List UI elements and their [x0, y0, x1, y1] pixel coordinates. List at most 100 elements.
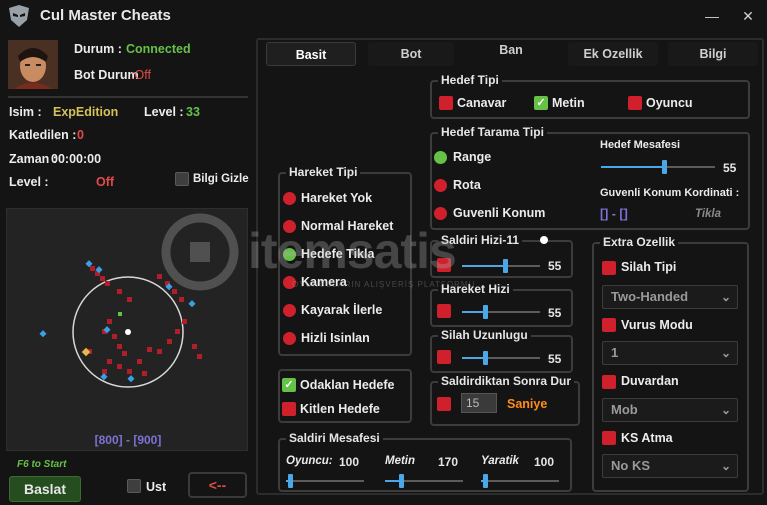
ks-atma-dropdown[interactable]: No KS ⌄	[602, 454, 738, 478]
hedef-mesafesi-slider[interactable]	[601, 160, 715, 174]
duvardan-selected: Mob	[611, 402, 638, 417]
ks-atma-checkbox[interactable]	[602, 431, 616, 445]
extra-ozellik-title: Extra Ozellik	[600, 235, 679, 249]
tab-basit[interactable]: Basit	[266, 42, 356, 66]
isim-value: ExpEdition	[53, 105, 119, 119]
slider-fill	[462, 357, 485, 359]
katledilen-value: 0	[77, 128, 84, 142]
tab-bot[interactable]: Bot	[368, 42, 454, 66]
tab-ban[interactable]: Ban	[466, 38, 556, 62]
f6-hint: F6 to Start	[17, 459, 67, 470]
saldiri-hizi-checkbox[interactable]	[437, 258, 451, 272]
hareket-tipi-title: Hareket Tipi	[286, 165, 361, 179]
hedefe-tikla-radio[interactable]	[283, 248, 296, 261]
range-radio[interactable]	[434, 151, 447, 164]
ust-label: Ust	[146, 480, 167, 494]
rota-label: Rota	[453, 178, 481, 192]
slider-thumb[interactable]	[483, 351, 488, 365]
app-title: Cul Master Cheats	[40, 7, 171, 24]
odaklan-hedefe-checkbox[interactable]: ✓	[282, 378, 296, 392]
zaman-label: Zaman :	[9, 152, 57, 166]
level2-label: Level :	[9, 175, 49, 189]
hareket-hizi-title: Hareket Hizi	[438, 282, 513, 296]
normal-hareket-radio[interactable]	[283, 220, 296, 233]
level-value: 33	[186, 105, 200, 119]
duvardan-checkbox[interactable]	[602, 375, 616, 389]
metin-checkbox[interactable]: ✓	[534, 96, 548, 110]
slider-thumb[interactable]	[288, 474, 293, 488]
odaklan-hedefe-label: Odaklan Hedefe	[300, 378, 395, 392]
tab-ek-ozellik[interactable]: Ek Ozellik	[568, 42, 658, 66]
minimize-button[interactable]: —	[702, 6, 722, 26]
kayarak-ilerle-label: Kayarak İlerle	[301, 303, 383, 317]
saldirdiktan-input[interactable]: 15	[461, 393, 497, 413]
saldiri-hizi-slider[interactable]	[462, 259, 540, 273]
saldiri-hizi-value: 55	[548, 259, 562, 273]
yaratik-distance-label: Yaratik	[481, 455, 519, 467]
silah-tipi-dropdown[interactable]: Two-Handed ⌄	[602, 285, 738, 309]
slider-thumb[interactable]	[503, 259, 508, 273]
hareket-hizi-checkbox[interactable]	[437, 304, 451, 318]
yaratik-distance-slider[interactable]	[481, 474, 559, 488]
oyuncu-checkbox[interactable]	[628, 96, 642, 110]
slider-thumb[interactable]	[399, 474, 404, 488]
vurus-modu-dropdown[interactable]: 1 ⌄	[602, 341, 738, 365]
ks-atma-selected: No KS	[611, 458, 650, 473]
saldirdiktan-checkbox[interactable]	[437, 397, 451, 411]
title-bar: Cul Master Cheats — ✕	[0, 0, 767, 32]
duvardan-dropdown[interactable]: Mob ⌄	[602, 398, 738, 422]
silah-uzunlugu-slider[interactable]	[462, 351, 540, 365]
hizli-isinlan-radio[interactable]	[283, 332, 296, 345]
silah-uzunlugu-value: 55	[548, 352, 562, 366]
hareket-hizi-value: 55	[548, 306, 562, 320]
hareket-yok-radio[interactable]	[283, 192, 296, 205]
ust-checkbox[interactable]	[127, 479, 141, 493]
slider-thumb[interactable]	[483, 305, 488, 319]
guvenli-konum-radio[interactable]	[434, 207, 447, 220]
range-label: Range	[453, 150, 492, 164]
silah-uzunlugu-checkbox[interactable]	[437, 350, 451, 364]
oyuncu-distance-value: 100	[339, 455, 360, 469]
map-coords: [800] - [900]	[94, 433, 162, 447]
radar-svg	[39, 260, 202, 388]
kamera-label: Kamera	[301, 275, 347, 289]
hareket-yok-label: Hareket Yok	[301, 191, 373, 205]
silah-uzunlugu-title: Silah Uzunlugu	[438, 328, 531, 342]
collapse-arrow-button[interactable]: <--	[188, 472, 247, 498]
durum-label: Durum :	[74, 42, 122, 56]
saldiri-mesafesi-title: Saldiri Mesafesi	[286, 431, 383, 445]
normal-hareket-label: Normal Hareket	[301, 219, 394, 233]
slider-thumb[interactable]	[483, 474, 488, 488]
bilgi-gizle-checkbox[interactable]	[175, 172, 189, 186]
saniye-label: Saniye	[507, 397, 548, 411]
level-label: Level :	[144, 105, 184, 119]
konum-kordinati-label: Guvenli Konum Kordinati :	[600, 187, 740, 199]
bilgi-gizle-label: Bilgi Gizle	[193, 173, 249, 185]
slider-thumb[interactable]	[662, 160, 667, 174]
vurus-modu-checkbox[interactable]	[602, 318, 616, 332]
chevron-down-icon: ⌄	[720, 346, 731, 360]
close-button[interactable]: ✕	[738, 6, 758, 26]
metin-distance-slider[interactable]	[385, 474, 463, 488]
radar-map[interactable]: [800] - [900]	[6, 208, 248, 451]
oyuncu-distance-slider[interactable]	[286, 474, 364, 488]
tikla-link[interactable]: Tikla	[695, 208, 721, 220]
silah-tipi-selected: Two-Handed	[611, 289, 689, 304]
hedef-mesafesi-label: Hedef Mesafesi	[600, 139, 681, 151]
tab-bilgi[interactable]: Bilgi	[668, 42, 758, 66]
kitlen-hedefe-checkbox[interactable]	[282, 402, 296, 416]
kamera-radio[interactable]	[283, 276, 296, 289]
kayarak-ilerle-radio[interactable]	[283, 304, 296, 317]
silah-tipi-checkbox[interactable]	[602, 261, 616, 275]
target-marker	[118, 312, 122, 316]
start-button[interactable]: Baslat	[9, 476, 81, 502]
info-dot-icon	[540, 236, 548, 244]
silah-tipi-label: Silah Tipi	[621, 260, 677, 274]
rota-radio[interactable]	[434, 179, 447, 192]
metin-distance-label: Metin	[385, 455, 416, 467]
hedef-tipi-title: Hedef Tipi	[438, 73, 502, 87]
hareket-hizi-slider[interactable]	[462, 305, 540, 319]
canavar-checkbox[interactable]	[439, 96, 453, 110]
app-logo-icon	[9, 5, 29, 27]
bot-durum-value: :Off	[131, 68, 151, 82]
